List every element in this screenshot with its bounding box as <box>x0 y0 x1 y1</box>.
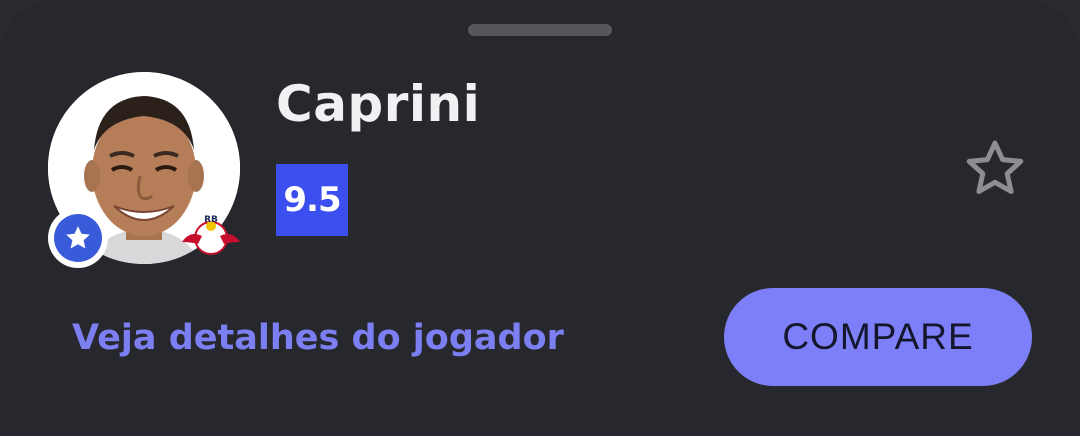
favorite-star-icon[interactable] <box>962 138 1028 200</box>
rating-badge: 9.5 <box>276 164 348 236</box>
red-bull-bragantino-logo-icon: RB <box>182 215 240 255</box>
drag-handle[interactable] <box>468 24 612 36</box>
featured-badge <box>48 208 108 268</box>
club-logo: RB <box>180 212 242 256</box>
star-icon <box>54 214 102 262</box>
player-details-link[interactable]: Veja detalhes do jogador <box>72 314 564 362</box>
svg-text:RB: RB <box>204 215 218 225</box>
compare-button[interactable]: COMPARE <box>724 288 1032 386</box>
player-bottom-sheet: RB Caprini 9.5 Veja detalhes do jogador … <box>0 0 1080 436</box>
player-name: Caprini <box>276 75 481 133</box>
